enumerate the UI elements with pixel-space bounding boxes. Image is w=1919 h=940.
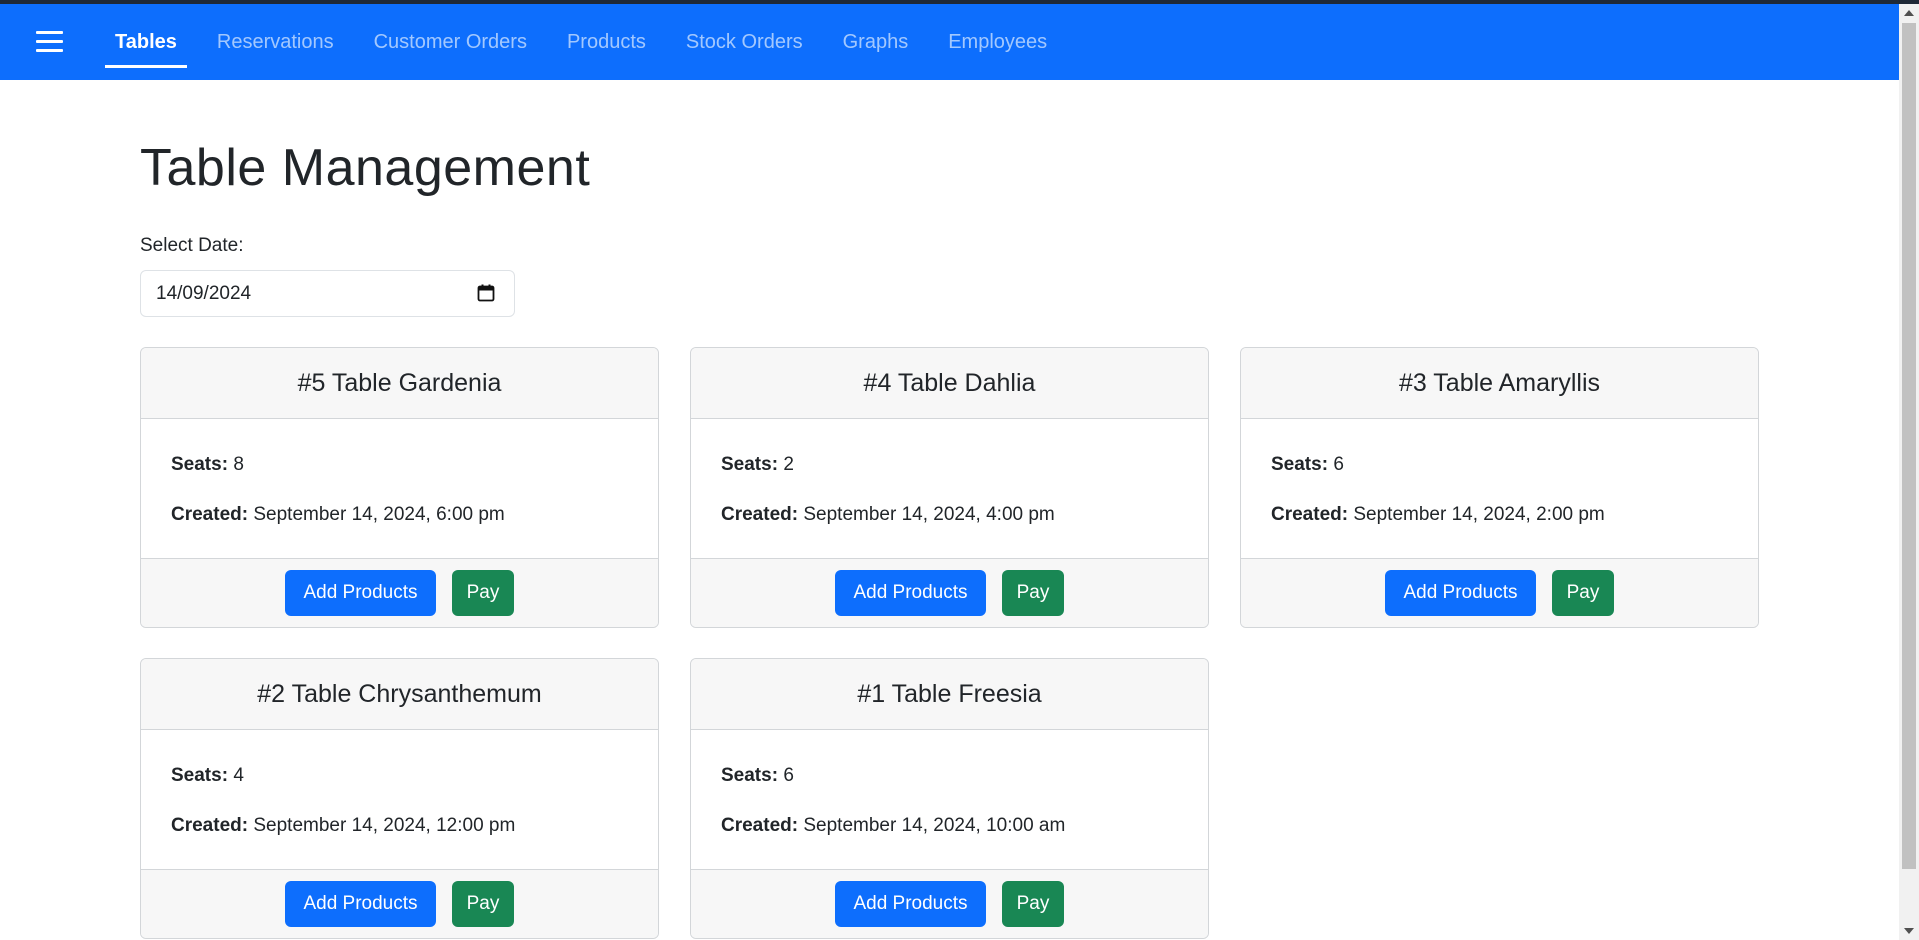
pay-button[interactable]: Pay — [1002, 881, 1064, 927]
top-navbar: Tables Reservations Customer Orders Prod… — [0, 4, 1899, 80]
table-card-title: #1 Table Freesia — [691, 659, 1208, 730]
add-products-button[interactable]: Add Products — [835, 570, 986, 616]
add-products-button[interactable]: Add Products — [285, 570, 436, 616]
created-field: Created: September 14, 2024, 12:00 pm — [171, 815, 515, 837]
nav-links: Tables Reservations Customer Orders Prod… — [105, 4, 1077, 80]
created-value: September 14, 2024, 4:00 pm — [803, 504, 1055, 525]
table-card-footer: Add Products Pay — [691, 558, 1208, 627]
calendar-icon[interactable] — [477, 284, 495, 302]
seats-value: 8 — [233, 454, 244, 475]
scroll-down-arrow-icon[interactable] — [1899, 922, 1919, 940]
table-card-title: #5 Table Gardenia — [141, 348, 658, 419]
pay-button[interactable]: Pay — [452, 570, 514, 616]
nav-item-stock-orders[interactable]: Stock Orders — [676, 4, 813, 80]
nav-item-customer-orders[interactable]: Customer Orders — [364, 4, 537, 80]
created-value: September 14, 2024, 6:00 pm — [253, 504, 505, 525]
table-card: #1 Table Freesia Seats: 6 Created: Septe… — [690, 658, 1209, 939]
created-field: Created: September 14, 2024, 6:00 pm — [171, 504, 505, 526]
date-value: 14/09/2024 — [156, 282, 252, 304]
table-card-title: #2 Table Chrysanthemum — [141, 659, 658, 730]
seats-field: Seats: 8 — [171, 454, 244, 476]
nav-item-tables[interactable]: Tables — [105, 4, 187, 80]
created-label: Created: — [171, 504, 249, 525]
created-label: Created: — [721, 504, 799, 525]
pay-button[interactable]: Pay — [1552, 570, 1614, 616]
nav-item-employees[interactable]: Employees — [938, 4, 1057, 80]
seats-value: 2 — [783, 454, 794, 475]
vertical-scrollbar[interactable] — [1899, 4, 1919, 940]
scroll-up-arrow-icon[interactable] — [1899, 4, 1919, 22]
add-products-button[interactable]: Add Products — [835, 881, 986, 927]
seats-label: Seats: — [721, 454, 779, 475]
nav-item-graphs[interactable]: Graphs — [833, 4, 919, 80]
seats-value: 6 — [1333, 454, 1344, 475]
seats-label: Seats: — [171, 765, 229, 786]
scrollbar-thumb[interactable] — [1902, 23, 1916, 869]
table-card-title: #4 Table Dahlia — [691, 348, 1208, 419]
date-label: Select Date: — [140, 235, 244, 256]
table-card-footer: Add Products Pay — [1241, 558, 1758, 627]
seats-field: Seats: 2 — [721, 454, 794, 476]
seats-field: Seats: 6 — [721, 765, 794, 787]
nav-item-products[interactable]: Products — [557, 4, 656, 80]
pay-button[interactable]: Pay — [452, 881, 514, 927]
pay-button[interactable]: Pay — [1002, 570, 1064, 616]
date-input[interactable]: 14/09/2024 — [140, 270, 515, 317]
table-card-title: #3 Table Amaryllis — [1241, 348, 1758, 419]
table-card: #3 Table Amaryllis Seats: 6 Created: Sep… — [1240, 347, 1759, 628]
add-products-button[interactable]: Add Products — [1385, 570, 1536, 616]
created-label: Created: — [1271, 504, 1349, 525]
seats-label: Seats: — [1271, 454, 1329, 475]
seats-value: 6 — [783, 765, 794, 786]
table-card: #2 Table Chrysanthemum Seats: 4 Created:… — [140, 658, 659, 939]
seats-field: Seats: 6 — [1271, 454, 1344, 476]
seats-value: 4 — [233, 765, 244, 786]
seats-field: Seats: 4 — [171, 765, 244, 787]
page-title: Table Management — [140, 139, 591, 197]
table-card-footer: Add Products Pay — [691, 869, 1208, 938]
created-value: September 14, 2024, 10:00 am — [803, 815, 1066, 836]
created-field: Created: September 14, 2024, 10:00 am — [721, 815, 1065, 837]
created-label: Created: — [171, 815, 249, 836]
table-card-footer: Add Products Pay — [141, 558, 658, 627]
table-card: #4 Table Dahlia Seats: 2 Created: Septem… — [690, 347, 1209, 628]
nav-item-reservations[interactable]: Reservations — [207, 4, 344, 80]
hamburger-icon[interactable] — [36, 31, 63, 53]
created-field: Created: September 14, 2024, 2:00 pm — [1271, 504, 1605, 526]
created-value: September 14, 2024, 12:00 pm — [253, 815, 516, 836]
created-value: September 14, 2024, 2:00 pm — [1353, 504, 1605, 525]
table-card-footer: Add Products Pay — [141, 869, 658, 938]
seats-label: Seats: — [721, 765, 779, 786]
table-card: #5 Table Gardenia Seats: 8 Created: Sept… — [140, 347, 659, 628]
add-products-button[interactable]: Add Products — [285, 881, 436, 927]
created-field: Created: September 14, 2024, 4:00 pm — [721, 504, 1055, 526]
created-label: Created: — [721, 815, 799, 836]
seats-label: Seats: — [171, 454, 229, 475]
